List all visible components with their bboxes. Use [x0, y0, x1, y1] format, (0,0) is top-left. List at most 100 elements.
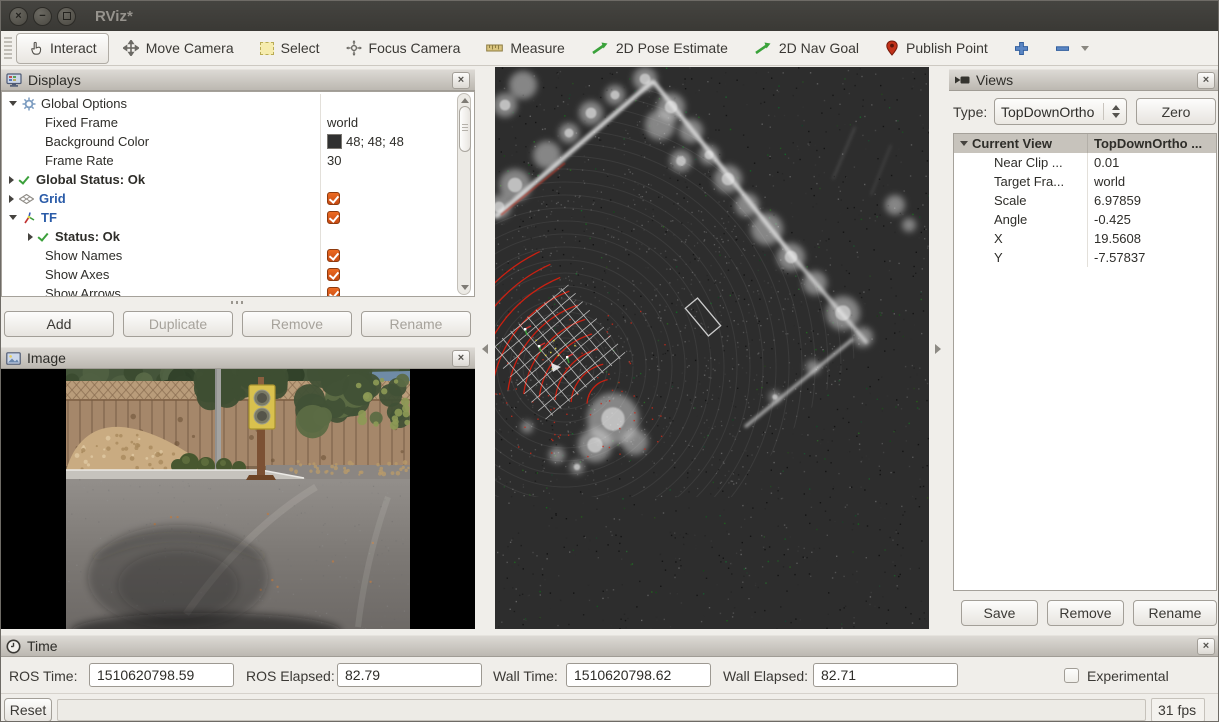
tree-row-x[interactable]: X 19.5608: [954, 229, 1216, 248]
statusbar: Reset 31 fps: [1, 693, 1218, 722]
time-panel-header[interactable]: Time ×: [1, 635, 1219, 657]
tree-row-current-view[interactable]: Current View TopDownOrtho ...: [954, 134, 1216, 153]
zero-button[interactable]: Zero: [1136, 98, 1216, 125]
show-names-checkbox[interactable]: [327, 249, 340, 262]
tool-label: Publish Point: [906, 40, 988, 56]
collapse-left-panel-handle[interactable]: [482, 344, 488, 354]
add-button[interactable]: Add: [4, 311, 114, 337]
close-icon: ×: [1203, 75, 1209, 86]
scrollbar-thumb[interactable]: [459, 106, 471, 152]
window-maximize-button[interactable]: [57, 7, 76, 26]
ros-time-label: ROS Time:: [9, 668, 77, 684]
image-icon: [6, 352, 21, 365]
views-rename-button[interactable]: Rename: [1133, 600, 1217, 626]
tree-row-global-status[interactable]: Global Status: Ok: [2, 170, 474, 189]
tool-remove[interactable]: [1043, 33, 1101, 64]
near-clip-value[interactable]: 0.01: [1094, 155, 1119, 170]
tree-row-tf[interactable]: TF: [2, 208, 474, 227]
rename-button[interactable]: Rename: [361, 311, 471, 337]
angle-value[interactable]: -0.425: [1094, 212, 1131, 227]
view-type-label: Type:: [953, 104, 987, 120]
tool-focus-camera[interactable]: Focus Camera: [334, 33, 473, 64]
close-icon: ×: [15, 11, 21, 22]
scale-value[interactable]: 6.97859: [1094, 193, 1141, 208]
reset-button[interactable]: Reset: [4, 698, 52, 722]
image-panel-header[interactable]: Image ×: [1, 347, 475, 369]
frame-rate-value[interactable]: 30: [327, 153, 341, 168]
view-type-value: TopDownOrtho: [1001, 104, 1094, 120]
ros-time-input[interactable]: [89, 663, 234, 687]
close-icon: ×: [458, 353, 464, 364]
maximize-icon: [63, 12, 71, 20]
dropdown-caret-icon[interactable]: [1081, 46, 1089, 51]
ros-elapsed-input[interactable]: [337, 663, 482, 687]
tool-add[interactable]: [1002, 33, 1041, 64]
image-panel-view: [1, 369, 475, 629]
tool-label: Move Camera: [146, 40, 234, 56]
show-axes-checkbox[interactable]: [327, 268, 340, 281]
tree-row-fixed-frame[interactable]: Fixed Frame world: [2, 113, 474, 132]
grid-checkbox[interactable]: [327, 192, 340, 205]
views-close-button[interactable]: ×: [1197, 72, 1215, 89]
tool-interact[interactable]: Interact: [16, 33, 109, 64]
displays-button-row: Add Duplicate Remove Rename: [4, 311, 472, 337]
y-value[interactable]: -7.57837: [1094, 250, 1145, 265]
experimental-checkbox[interactable]: [1064, 668, 1079, 683]
tree-row-background-color[interactable]: Background Color 48; 48; 48: [2, 132, 474, 151]
tree-row-show-axes[interactable]: Show Axes: [2, 265, 474, 284]
pointcloud-topdown-view: [495, 67, 929, 629]
tree-row-show-names[interactable]: Show Names: [2, 246, 474, 265]
window-close-button[interactable]: ×: [9, 7, 28, 26]
toolbar-drag-handle[interactable]: [4, 37, 12, 59]
tree-row-near-clip[interactable]: Near Clip ... 0.01: [954, 153, 1216, 172]
wall-elapsed-input[interactable]: [813, 663, 958, 687]
tool-measure[interactable]: Measure: [474, 33, 576, 64]
window-title: RViz*: [95, 8, 133, 25]
background-color-value[interactable]: 48; 48; 48: [346, 134, 404, 149]
grid-icon: [19, 194, 34, 204]
move-arrows-icon: [123, 40, 139, 56]
tree-row-global-options[interactable]: Global Options: [2, 94, 474, 113]
tree-row-tf-status[interactable]: Status: Ok: [2, 227, 474, 246]
displays-close-button[interactable]: ×: [452, 72, 470, 89]
views-panel-header[interactable]: Views ×: [949, 69, 1219, 91]
window-minimize-button[interactable]: −: [33, 7, 52, 26]
status-message-area: [57, 699, 1146, 721]
fixed-frame-value[interactable]: world: [327, 115, 358, 130]
tool-label: Focus Camera: [369, 40, 461, 56]
tree-row-frame-rate[interactable]: Frame Rate 30: [2, 151, 474, 170]
show-arrows-checkbox[interactable]: [327, 287, 340, 297]
wall-time-label: Wall Time:: [493, 668, 558, 684]
tree-row-y[interactable]: Y -7.57837: [954, 248, 1216, 267]
wall-time-input[interactable]: [566, 663, 711, 687]
time-close-button[interactable]: ×: [1197, 638, 1215, 655]
displays-panel-header[interactable]: Displays ×: [1, 69, 475, 91]
tree-row-angle[interactable]: Angle -0.425: [954, 210, 1216, 229]
remove-button[interactable]: Remove: [242, 311, 352, 337]
duplicate-button[interactable]: Duplicate: [123, 311, 233, 337]
expand-right-panel-handle[interactable]: [935, 344, 941, 354]
target-frame-value[interactable]: world: [1094, 174, 1125, 189]
tool-2d-pose-estimate[interactable]: 2D Pose Estimate: [579, 33, 740, 64]
tree-row-target-frame[interactable]: Target Fra... world: [954, 172, 1216, 191]
color-swatch[interactable]: [327, 134, 342, 149]
tool-move-camera[interactable]: Move Camera: [111, 33, 246, 64]
displays-splitter[interactable]: [1, 297, 475, 307]
view-type-combo[interactable]: TopDownOrtho: [994, 98, 1127, 125]
displays-tree: Global Options Fixed Frame world Backgro…: [1, 91, 475, 297]
displays-scrollbar[interactable]: [457, 93, 471, 295]
x-value[interactable]: 19.5608: [1094, 231, 1141, 246]
save-button[interactable]: Save: [961, 600, 1038, 626]
image-close-button[interactable]: ×: [452, 350, 470, 367]
tool-2d-nav-goal[interactable]: 2D Nav Goal: [742, 33, 871, 64]
views-remove-button[interactable]: Remove: [1047, 600, 1124, 626]
combo-spinner-icon[interactable]: [1103, 103, 1120, 121]
tool-select[interactable]: Select: [248, 33, 332, 64]
tool-publish-point[interactable]: Publish Point: [873, 33, 1000, 64]
tree-row-show-arrows[interactable]: Show Arrows: [2, 284, 474, 297]
tree-row-scale[interactable]: Scale 6.97859: [954, 191, 1216, 210]
tf-checkbox[interactable]: [327, 211, 340, 224]
render-viewport[interactable]: [495, 67, 929, 629]
plus-icon: [1014, 41, 1029, 56]
tree-row-grid[interactable]: Grid: [2, 189, 474, 208]
